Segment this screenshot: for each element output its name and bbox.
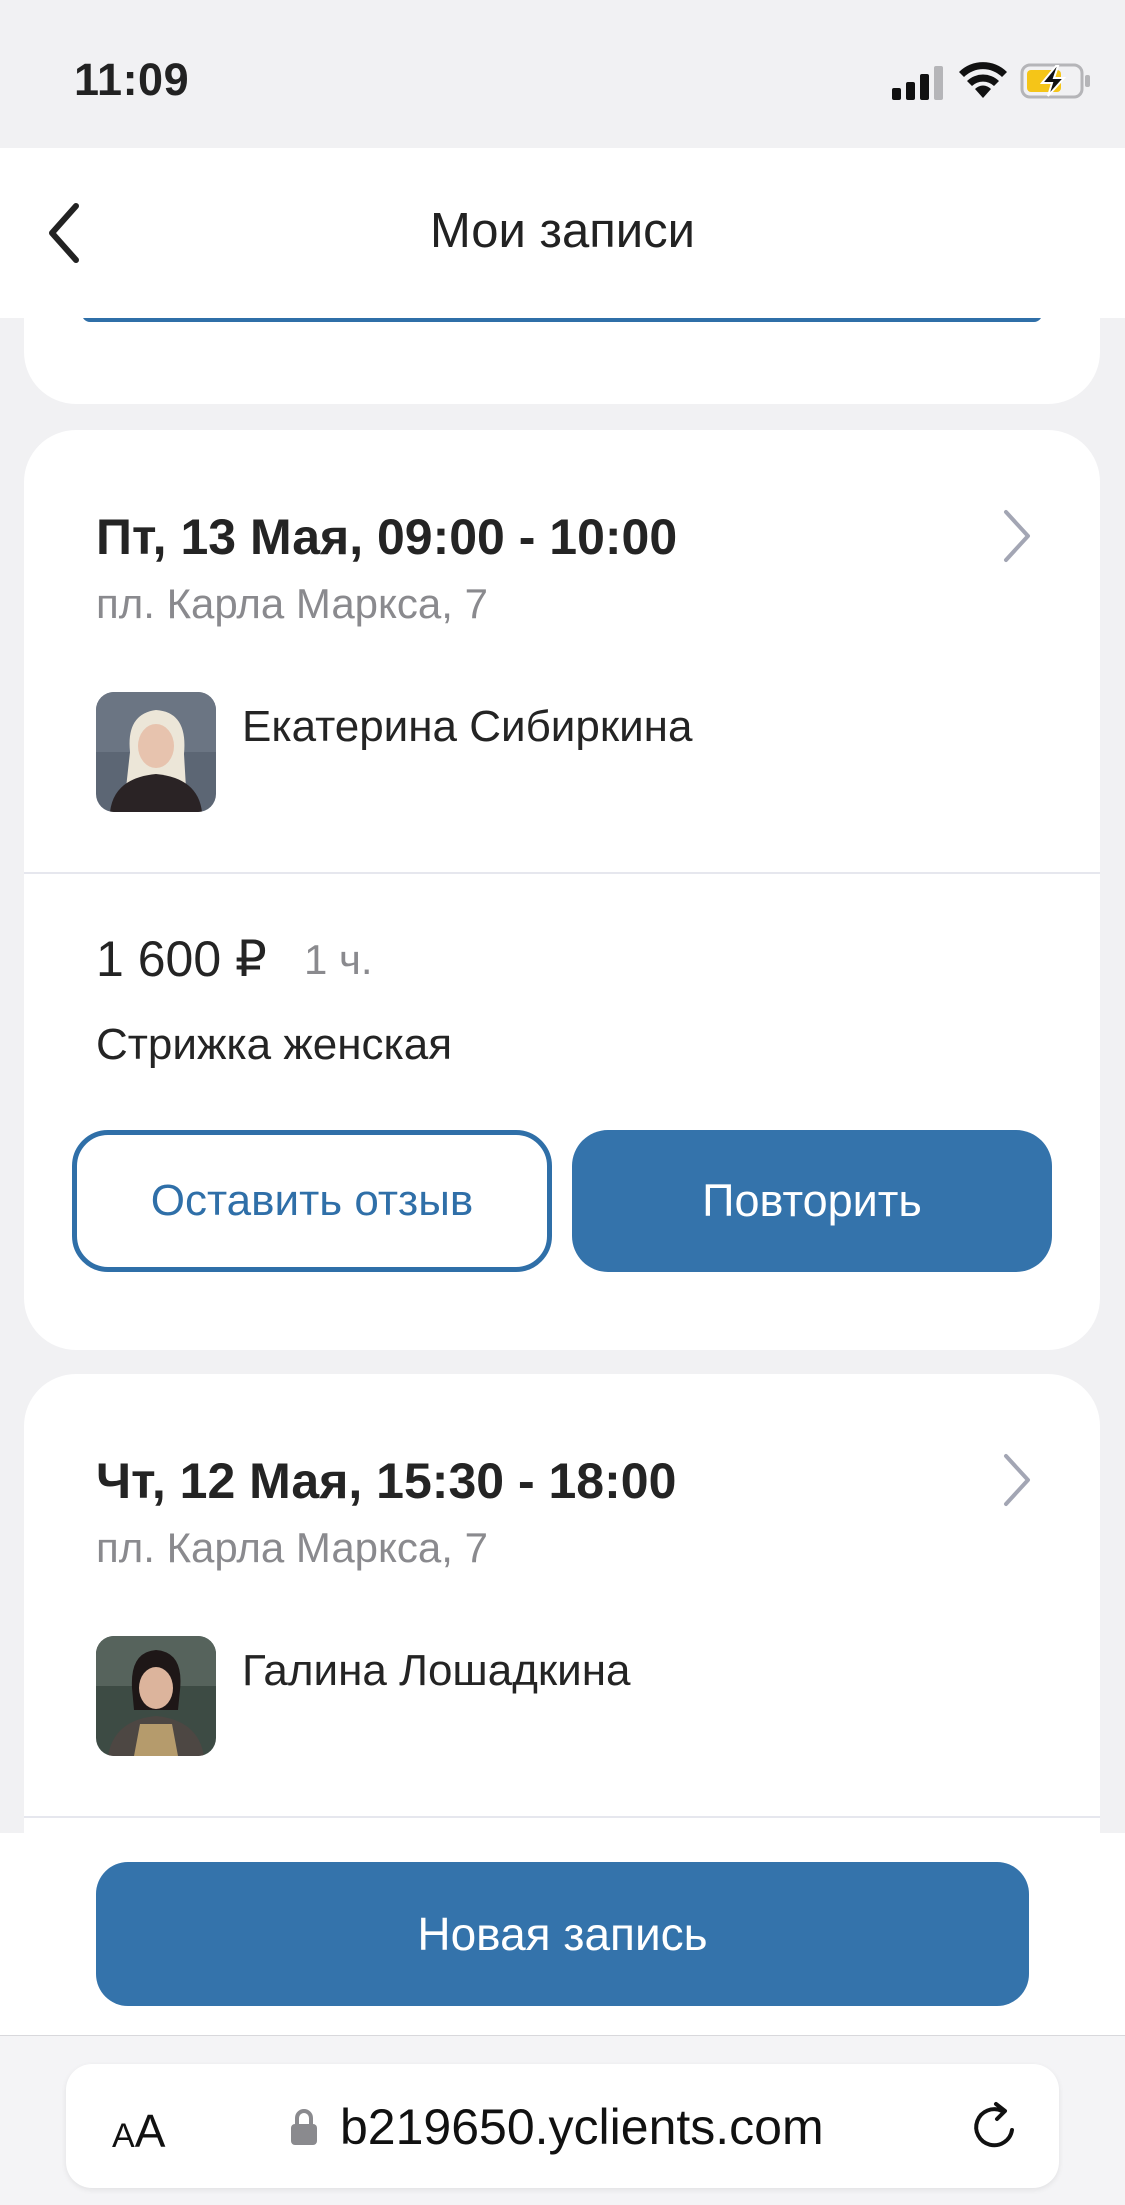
- wifi-icon: [959, 62, 1007, 98]
- leave-review-button[interactable]: Оставить отзыв: [72, 1130, 552, 1272]
- previous-card-button-edge[interactable]: [82, 318, 1042, 322]
- master-name: Екатерина Сибиркина: [242, 702, 693, 751]
- service-name: Стрижка женская: [96, 1020, 453, 1069]
- appointment-card[interactable]: Пт, 13 Мая, 09:00 - 10:00 пл. Карла Марк…: [24, 430, 1100, 1350]
- master-avatar: [96, 692, 216, 812]
- master-avatar: [96, 1636, 216, 1756]
- address-bar[interactable]: AA b219650.yclients.com: [66, 2064, 1059, 2188]
- page-title: Мои записи: [429, 204, 696, 258]
- appointment-address: пл. Карла Маркса, 7: [96, 1524, 488, 1571]
- service-price: 1 600 ₽: [96, 931, 267, 987]
- status-bar: 11:09: [0, 0, 1125, 148]
- reload-icon[interactable]: [968, 2100, 1022, 2154]
- bottom-action-bar: Новая запись: [0, 1833, 1125, 2035]
- status-time: 11:09: [74, 54, 190, 105]
- appointment-datetime: Пт, 13 Мая, 09:00 - 10:00: [96, 509, 678, 565]
- appointment-card[interactable]: Чт, 12 Мая, 15:30 - 18:00 пл. Карла Марк…: [24, 1374, 1100, 1833]
- browser-toolbar: AA b219650.yclients.com: [0, 2035, 1125, 2205]
- card-divider: [24, 872, 1100, 874]
- master-name: Галина Лошадкина: [242, 1646, 631, 1695]
- repeat-booking-button[interactable]: Повторить: [572, 1130, 1052, 1272]
- lock-icon: [291, 2109, 317, 2145]
- app-header: Мои записи: [0, 148, 1125, 318]
- text-size-large-a: A: [134, 2105, 166, 2157]
- appointment-datetime: Чт, 12 Мая, 15:30 - 18:00: [96, 1453, 677, 1509]
- appointment-card-previous: [24, 318, 1100, 404]
- url-text: b219650.yclients.com: [340, 2099, 824, 2155]
- chevron-right-icon[interactable]: [1000, 508, 1034, 564]
- service-duration: 1 ч.: [304, 936, 373, 983]
- appointments-list[interactable]: Пт, 13 Мая, 09:00 - 10:00 пл. Карла Марк…: [0, 318, 1125, 1833]
- appointment-address: пл. Карла Маркса, 7: [96, 580, 488, 627]
- text-size-button[interactable]: AA: [112, 2104, 165, 2158]
- battery-charging-icon: [1020, 63, 1090, 99]
- chevron-right-icon[interactable]: [1000, 1452, 1034, 1508]
- cellular-signal-icon: [892, 66, 943, 100]
- card-divider: [24, 1816, 1100, 1818]
- text-size-small-a: A: [112, 2117, 135, 2155]
- new-booking-button[interactable]: Новая запись: [96, 1862, 1029, 2006]
